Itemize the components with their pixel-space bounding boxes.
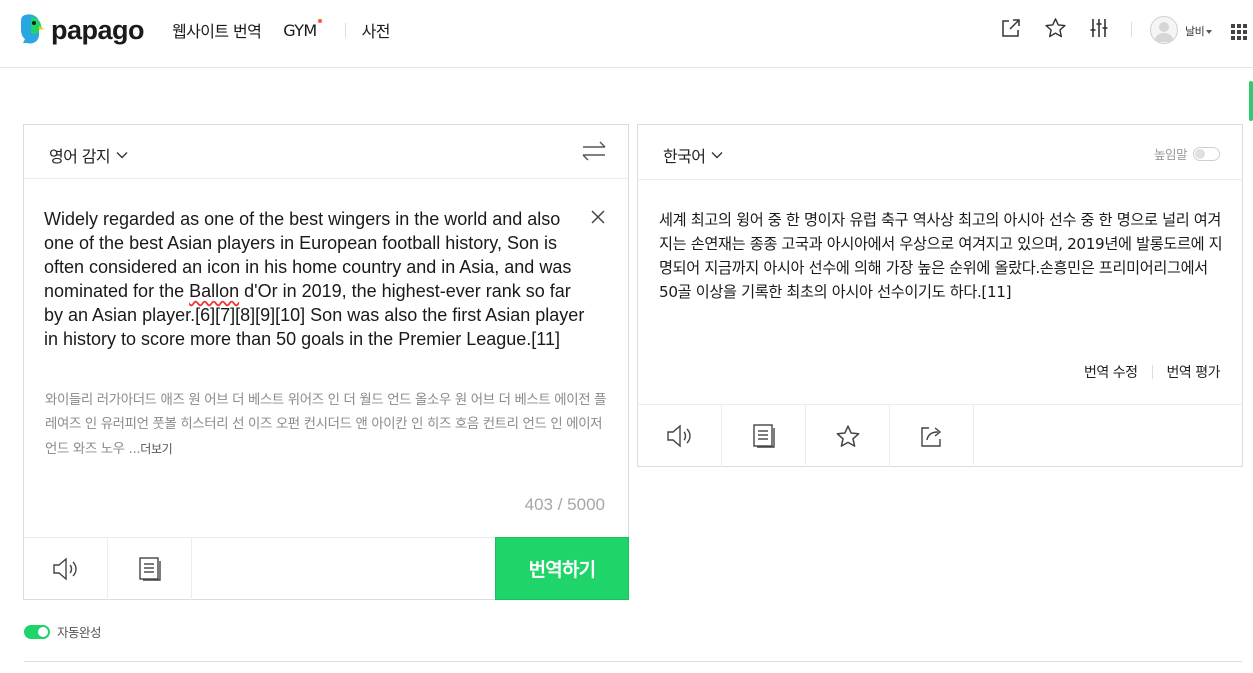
source-panel-footer: 번역하기: [24, 537, 629, 600]
top-header: papago 웹사이트 번역 GYM 사전 날비: [0, 0, 1253, 68]
star-icon: [836, 424, 859, 447]
speaker-icon: [52, 557, 77, 581]
nav-divider: [344, 22, 346, 38]
speaker-icon: [666, 424, 691, 448]
share-icon: [920, 427, 941, 447]
translation-actions: 번역 수정 번역 평가: [1084, 362, 1221, 382]
papago-parrot-icon: [21, 14, 44, 44]
caret-down-icon: [1206, 30, 1213, 34]
copy-target-button[interactable]: [722, 405, 806, 467]
source-language-label: 영어 감지: [49, 147, 111, 166]
edit-translation-link[interactable]: 번역 수정: [1084, 362, 1138, 382]
honorific-label: 높임말: [1153, 147, 1188, 162]
apps-grid-icon[interactable]: [1231, 24, 1248, 40]
source-text-input[interactable]: Widely regarded as one of the best winge…: [44, 207, 589, 351]
user-menu[interactable]: 날비: [1185, 23, 1213, 39]
copy-source-button[interactable]: [108, 538, 192, 600]
toggle-switch: [1193, 146, 1220, 161]
source-panel-header: 영어 감지: [24, 125, 628, 179]
honorific-toggle[interactable]: 높임말: [1154, 144, 1220, 163]
papago-logo[interactable]: papago: [19, 13, 145, 47]
target-panel: 한국어 높임말 세계 최고의 윙어 중 한 명이자 유럽 축구 역사상 최고의 …: [637, 124, 1243, 467]
new-badge-dot: [317, 18, 322, 23]
rate-translation-link[interactable]: 번역 평가: [1167, 362, 1221, 382]
translate-button[interactable]: 번역하기: [495, 537, 629, 600]
target-language-label: 한국어: [663, 147, 706, 166]
header-divider: [638, 179, 1242, 180]
nav-gym[interactable]: GYM: [283, 18, 322, 40]
divider: [1151, 365, 1153, 379]
top-nav: 웹사이트 번역 GYM 사전: [172, 18, 391, 42]
toggle-switch: [24, 624, 50, 639]
share-translation-button[interactable]: [890, 405, 974, 467]
star-icon[interactable]: [1043, 16, 1067, 40]
user-name: 날비: [1185, 25, 1205, 38]
document-copy-icon: [138, 557, 161, 581]
translation-output: 세계 최고의 윙어 중 한 명이자 유럽 축구 역사상 최고의 아시아 선수 중…: [659, 211, 1223, 301]
header-divider: [1131, 22, 1132, 37]
listen-target-button[interactable]: [638, 405, 722, 467]
spellcheck-word: Ballon: [189, 281, 240, 301]
nav-gym-label: GYM: [283, 20, 317, 40]
nav-dictionary[interactable]: 사전: [362, 18, 391, 42]
pronunciation-content: 와이들리 러가아더드 애즈 원 어브 더 베스트 위어즈 인 더 월드 언드 올…: [45, 393, 607, 457]
pronunciation-text: 와이들리 러가아더드 애즈 원 어브 더 베스트 위어즈 인 더 월드 언드 올…: [45, 389, 613, 462]
more-link[interactable]: 더보기: [140, 442, 172, 456]
chevron-down-icon: [116, 152, 128, 159]
swap-languages-icon[interactable]: [581, 140, 607, 162]
favorite-translation-button[interactable]: [806, 405, 890, 467]
close-icon[interactable]: [590, 209, 606, 225]
source-panel: 영어 감지 Widely regarded as one of the best…: [23, 124, 629, 600]
listen-source-button[interactable]: [24, 538, 108, 600]
autocomplete-label: 자동완성: [57, 625, 102, 640]
target-language-select[interactable]: 한국어: [663, 143, 723, 167]
char-count: 403 / 5000: [524, 495, 605, 514]
divider: [24, 661, 1242, 662]
scroll-indicator: [1249, 81, 1253, 121]
header-actions: [999, 16, 1111, 40]
target-panel-header: 한국어 높임말: [638, 125, 1242, 179]
target-panel-footer: [638, 404, 1242, 467]
document-copy-icon: [752, 424, 775, 448]
chevron-down-icon: [711, 152, 723, 159]
settings-sliders-icon[interactable]: [1087, 16, 1111, 40]
autocomplete-toggle[interactable]: 자동완성: [24, 622, 102, 641]
source-language-select[interactable]: 영어 감지: [49, 143, 128, 167]
logo-text: papago: [51, 14, 145, 45]
nav-website-translate[interactable]: 웹사이트 번역: [172, 18, 262, 42]
avatar[interactable]: [1150, 16, 1178, 44]
share-window-icon[interactable]: [999, 16, 1023, 40]
